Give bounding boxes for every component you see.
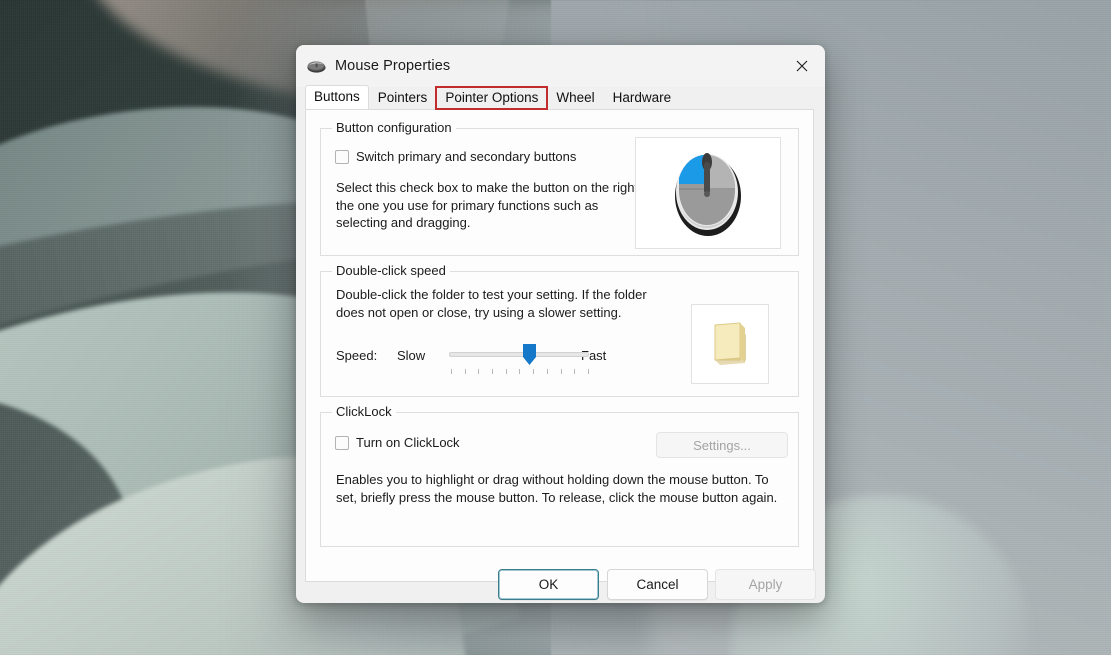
title-bar-left: Mouse Properties bbox=[307, 45, 450, 87]
close-icon[interactable] bbox=[779, 45, 825, 87]
group-double-click-speed-legend: Double-click speed bbox=[332, 264, 450, 278]
title-bar[interactable]: Mouse Properties bbox=[296, 45, 825, 87]
button-configuration-description: Select this check box to make the button… bbox=[336, 180, 639, 230]
cancel-button[interactable]: Cancel bbox=[607, 569, 708, 600]
double-click-speed-slider[interactable] bbox=[449, 344, 589, 376]
window-title: Mouse Properties bbox=[335, 58, 451, 74]
tab-pointers[interactable]: Pointers bbox=[369, 87, 437, 109]
checkbox-box-icon bbox=[335, 435, 349, 450]
folder-icon[interactable] bbox=[708, 318, 752, 371]
tab-pointer-options[interactable]: Pointer Options bbox=[435, 86, 549, 110]
tab-pointers-label: Pointers bbox=[377, 90, 428, 105]
clicklock-description: Enables you to highlight or drag without… bbox=[336, 472, 778, 505]
tab-buttons[interactable]: Buttons bbox=[305, 85, 369, 109]
ok-button-label: OK bbox=[538, 577, 559, 592]
slider-track[interactable] bbox=[449, 352, 589, 357]
apply-button-label: Apply bbox=[748, 577, 783, 592]
group-clicklock: ClickLock Turn on ClickLock Settings... … bbox=[320, 405, 799, 547]
double-click-speed-description: Double-click the folder to test your set… bbox=[336, 287, 647, 320]
tab-panel-buttons: Button configuration Switch primary and … bbox=[305, 109, 814, 582]
switch-primary-secondary-checkbox[interactable]: Switch primary and secondary buttons bbox=[335, 149, 576, 164]
mouse-icon bbox=[307, 60, 326, 73]
tab-strip: Buttons Pointers Pointer Options Wheel H… bbox=[305, 85, 825, 110]
tab-wheel[interactable]: Wheel bbox=[547, 87, 603, 109]
clicklock-settings-button[interactable]: Settings... bbox=[656, 432, 788, 458]
group-double-click-speed: Double-click speed Double-click the fold… bbox=[320, 264, 799, 397]
mouse-properties-dialog: Mouse Properties Buttons Pointers Pointe… bbox=[296, 45, 825, 603]
slider-tick-marks bbox=[451, 369, 589, 375]
tab-hardware-label: Hardware bbox=[612, 90, 672, 105]
slider-thumb[interactable] bbox=[522, 344, 537, 366]
switch-primary-secondary-label: Switch primary and secondary buttons bbox=[356, 149, 577, 164]
folder-test-box[interactable] bbox=[691, 304, 769, 384]
mouse-preview-box bbox=[635, 137, 781, 249]
tab-pointer-options-label: Pointer Options bbox=[445, 90, 539, 105]
checkbox-box-icon bbox=[335, 149, 349, 164]
group-button-configuration: Button configuration Switch primary and … bbox=[320, 121, 799, 256]
group-button-configuration-legend: Button configuration bbox=[332, 121, 456, 135]
cancel-button-label: Cancel bbox=[636, 577, 679, 592]
tab-buttons-label: Buttons bbox=[314, 89, 360, 104]
speed-label: Speed: bbox=[336, 348, 378, 363]
ok-button[interactable]: OK bbox=[498, 569, 599, 600]
group-clicklock-legend: ClickLock bbox=[332, 405, 396, 419]
mouse-preview-icon bbox=[671, 144, 745, 243]
apply-button[interactable]: Apply bbox=[715, 569, 816, 600]
tab-hardware[interactable]: Hardware bbox=[604, 87, 681, 109]
turn-on-clicklock-checkbox[interactable]: Turn on ClickLock bbox=[335, 435, 460, 450]
clicklock-settings-label: Settings... bbox=[693, 437, 751, 453]
speed-slow-label: Slow bbox=[397, 348, 426, 363]
tab-wheel-label: Wheel bbox=[556, 90, 595, 105]
turn-on-clicklock-label: Turn on ClickLock bbox=[356, 435, 460, 450]
